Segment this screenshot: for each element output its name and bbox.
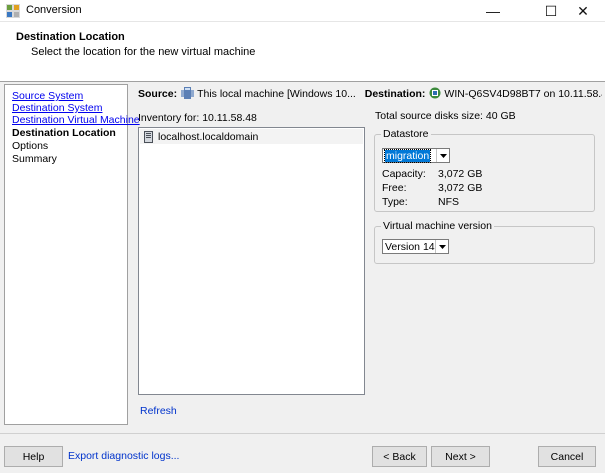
destination-value: WIN-Q6SV4D98BT7 on 10.11.58.48 (VM... [444,88,602,100]
window-title: Conversion [26,4,82,16]
inventory-label: Inventory for: 10.11.58.48 [138,112,257,124]
footer-divider [0,433,605,434]
source-destination-summary: Source: This local machine [Windows 10..… [138,87,602,101]
type-label: Type: [382,196,408,208]
free-label: Free: [382,182,407,194]
vm-version-select[interactable]: Version 14 [382,239,449,254]
help-button[interactable]: Help [4,446,63,467]
export-diagnostic-logs-link[interactable]: Export diagnostic logs... [68,450,179,462]
computer-icon [181,87,195,99]
vm-host-icon [429,87,441,99]
nav-step-source-system[interactable]: Source System [12,90,83,102]
destination-label: Destination: [364,88,426,100]
free-value: 3,072 GB [438,182,483,194]
vm-version-group-title: Virtual machine version [381,220,494,232]
refresh-link[interactable]: Refresh [140,405,177,417]
capacity-value: 3,072 GB [438,168,483,180]
datastore-group: Datastore migration Capacity: 3,072 GB F… [374,128,595,212]
source-value: This local machine [Windows 10... [197,88,356,100]
datastore-select[interactable]: migration [382,148,450,163]
tree-item-localhost[interactable]: localhost.localdomain [140,129,363,144]
datastore-group-title: Datastore [381,128,431,140]
wizard-steps-nav: Source System Destination System Destina… [4,84,140,425]
nav-step-destination-system[interactable]: Destination System [12,102,102,114]
page-subtitle: Select the location for the new virtual … [31,46,256,58]
nav-step-options: Options [12,140,49,152]
tree-item-label: localhost.localdomain [158,130,259,143]
title-bar: Conversion — ☐ ✕ [0,0,605,22]
wizard-header: Destination Location Select the location… [0,22,605,82]
back-button[interactable]: < Back [372,446,427,467]
next-button[interactable]: Next > [431,446,490,467]
source-label: Source: [138,88,178,100]
chevron-down-icon [435,240,448,253]
nav-step-destination-virtual-machine[interactable]: Destination Virtual Machine [12,114,140,126]
close-button[interactable]: ✕ [561,0,605,22]
chevron-down-icon [436,149,449,162]
cancel-button[interactable]: Cancel [538,446,596,467]
page-title: Destination Location [16,31,125,43]
minimize-button[interactable]: — [471,0,515,22]
type-value: NFS [438,196,459,208]
host-server-icon [144,130,153,143]
vmware-converter-icon [6,4,20,18]
vm-version-selected-value: Version 14 [385,240,435,253]
vm-version-group: Virtual machine version Version 14 [374,220,595,264]
nav-step-destination-location: Destination Location [12,127,116,139]
total-disk-size: Total source disks size: 40 GB [375,110,516,122]
nav-step-summary: Summary [12,153,57,165]
datastore-selected-value: migration [383,148,432,163]
capacity-label: Capacity: [382,168,426,180]
inventory-tree[interactable]: localhost.localdomain [138,127,365,395]
